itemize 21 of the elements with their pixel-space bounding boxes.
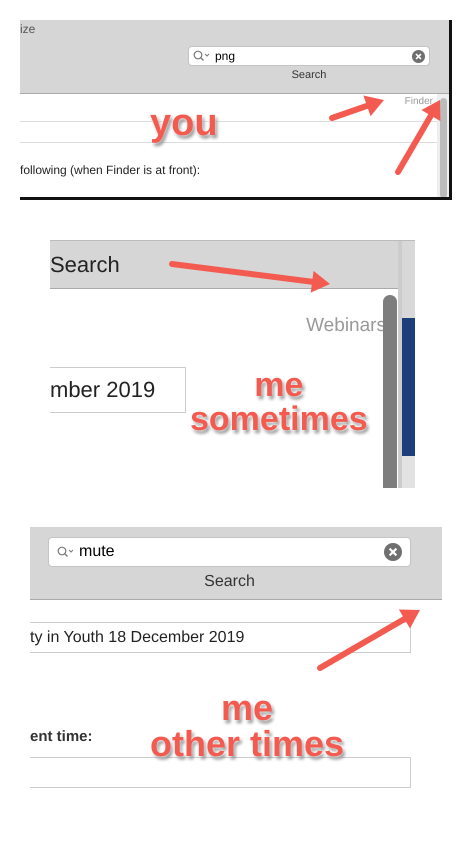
scrollbar[interactable]	[437, 94, 449, 197]
toolbar-label: ize	[20, 21, 36, 36]
app-label: Webinars	[305, 314, 386, 337]
field-label: ent time:	[30, 727, 93, 745]
annotation-text: me other times	[150, 690, 344, 762]
clear-icon[interactable]	[384, 543, 402, 561]
description-text: following (when Finder is at front):	[20, 162, 202, 177]
search-caption: Search	[290, 68, 328, 81]
text-field[interactable]: ty in Youth 18 December 2019	[30, 622, 411, 653]
search-field[interactable]: mute	[48, 537, 411, 567]
search-caption: Search	[203, 572, 256, 591]
app-label: Finder	[404, 95, 434, 107]
text-field[interactable]: mber 2019	[50, 367, 186, 413]
search-icon[interactable]	[57, 546, 75, 558]
search-icon[interactable]	[193, 50, 211, 62]
arrow	[329, 96, 384, 121]
toolbar-title: Search	[50, 252, 120, 278]
annotation-text: me sometimes	[190, 368, 368, 436]
annotation-text: you	[150, 104, 218, 142]
search-field[interactable]: png	[188, 46, 430, 66]
clear-icon[interactable]	[412, 50, 425, 62]
